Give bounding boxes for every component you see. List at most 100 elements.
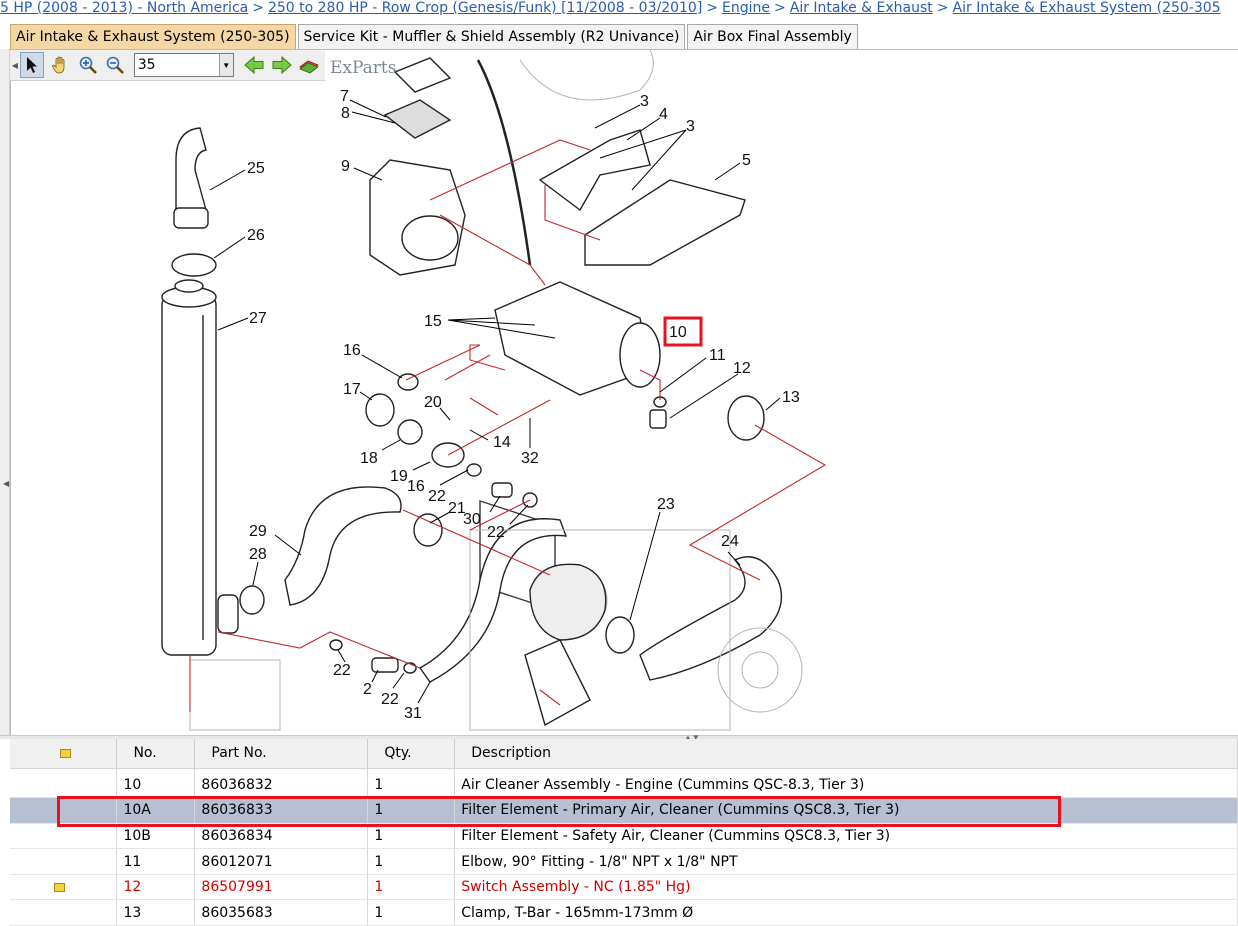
callout-3b[interactable]: 3 [686, 118, 695, 135]
callout-22d[interactable]: 22 [381, 691, 399, 708]
table-row[interactable]: 10B 86036834 1 Filter Element - Safety A… [10, 823, 1238, 850]
part-number: 86036833 [194, 797, 369, 824]
breadcrumb: 5 HP (2008 - 2013) - North America >250 t… [0, 0, 1238, 18]
callout-19[interactable]: 19 [390, 468, 408, 485]
callout-32[interactable]: 32 [521, 450, 539, 467]
callout-12[interactable]: 12 [733, 360, 751, 377]
zoom-out-button[interactable] [103, 52, 128, 78]
exhaust-clamp [171, 253, 217, 277]
callout-23[interactable]: 23 [657, 496, 675, 513]
callout-2[interactable]: 2 [363, 681, 372, 698]
quantity: 1 [367, 874, 456, 901]
note-cell [10, 797, 118, 824]
callout-15[interactable]: 15 [424, 313, 442, 330]
callout-31[interactable]: 31 [404, 705, 422, 722]
breadcrumb-separator: > [774, 0, 786, 16]
notes-column-header[interactable] [10, 739, 118, 769]
tab-bar: Air Intake & Exhaust System (250-305) Se… [10, 24, 860, 49]
callout-24[interactable]: 24 [721, 533, 739, 550]
part-number: 86012071 [194, 848, 369, 875]
callout-10[interactable]: 10 [669, 324, 687, 341]
callout-22c[interactable]: 22 [333, 662, 351, 679]
table-row[interactable]: 10 86036832 1 Air Cleaner Assembly - Eng… [10, 772, 1238, 799]
table-row-flagged[interactable]: 12 86507991 1 Switch Assembly - NC (1.85… [10, 874, 1238, 901]
callout-29[interactable]: 29 [249, 523, 267, 540]
select-pointer-button[interactable] [19, 52, 45, 78]
column-header-qty[interactable]: Qty. [367, 739, 456, 769]
zoom-in-button[interactable] [75, 52, 100, 78]
breadcrumb-system[interactable]: Air Intake & Exhaust System (250-305 [953, 0, 1221, 16]
callout-28[interactable]: 28 [249, 546, 267, 563]
column-header-no[interactable]: No. [116, 739, 196, 769]
callout-11[interactable]: 11 [709, 347, 726, 364]
hand-icon [51, 56, 65, 74]
callout-25[interactable]: 25 [247, 160, 265, 177]
callout-13[interactable]: 13 [782, 389, 800, 406]
exploded-parts-diagram[interactable]: 25 26 27 29 28 7 8 9 3 4 3 5 15 16 17 20… [11, 50, 1238, 735]
note-cell [10, 772, 118, 799]
tab-service-kit-muffler[interactable]: Service Kit - Muffler & Shield Assembly … [297, 24, 686, 49]
callout-22[interactable]: 22 [428, 488, 446, 505]
callout-20[interactable]: 20 [424, 394, 442, 411]
quantity: 1 [367, 797, 456, 824]
zoom-in-icon [79, 56, 97, 74]
callout-5[interactable]: 5 [742, 152, 751, 169]
description: Elbow, 90° Fitting - 1/8" NPT x 1/8" NPT [454, 848, 1238, 875]
column-header-description[interactable]: Description [454, 739, 1238, 769]
breadcrumb-separator: > [252, 0, 264, 16]
collapse-panel-handle[interactable]: ◀ [0, 49, 10, 735]
books-icon [298, 60, 319, 74]
description: Filter Element - Safety Air, Cleaner (Cu… [454, 823, 1238, 850]
description: Filter Element - Primary Air, Cleaner (C… [454, 797, 1238, 824]
mounting-bracket [584, 179, 746, 266]
toolbar-scroll-left-icon[interactable]: ◀ [10, 61, 20, 70]
part-number: 86036832 [194, 772, 369, 799]
item-number: 12 [116, 874, 196, 901]
breadcrumb-series[interactable]: 250 to 280 HP - Row Crop (Genesis/Funk) … [268, 0, 702, 16]
parts-table: No. Part No. Qty. Description 10 8603683… [10, 739, 1238, 926]
tab-air-intake-exhaust-system[interactable]: Air Intake & Exhaust System (250-305) [10, 24, 296, 49]
callout-26[interactable]: 26 [247, 227, 265, 244]
callout-7[interactable]: 7 [340, 88, 349, 105]
part-number: 86035683 [194, 899, 369, 926]
callout-9[interactable]: 9 [341, 158, 350, 175]
description: Air Cleaner Assembly - Engine (Cummins Q… [454, 772, 1238, 799]
part-number: 86507991 [194, 874, 369, 901]
note-cell[interactable] [10, 874, 118, 901]
breadcrumb-air-intake[interactable]: Air Intake & Exhaust [790, 0, 933, 16]
tab-air-box-final-assembly[interactable]: Air Box Final Assembly [687, 24, 858, 49]
callout-4[interactable]: 4 [659, 106, 668, 123]
breadcrumb-model[interactable]: 5 HP (2008 - 2013) - North America [0, 0, 248, 16]
callout-3[interactable]: 3 [640, 93, 649, 110]
table-row[interactable]: 13 86035683 1 Clamp, T-Bar - 165mm-173mm… [10, 899, 1238, 926]
note-icon[interactable] [54, 882, 65, 892]
description: Clamp, T-Bar - 165mm-173mm Ø [454, 899, 1238, 926]
previous-button[interactable] [242, 52, 267, 78]
callout-27[interactable]: 27 [249, 310, 267, 327]
note-cell [10, 823, 118, 850]
intake-elbow [639, 556, 783, 681]
pan-hand-button[interactable] [47, 52, 72, 78]
column-header-part-no[interactable]: Part No. [194, 739, 369, 769]
chevron-down-icon[interactable]: ▼ [218, 54, 233, 76]
exhaust-stack-pipe [175, 127, 207, 211]
part-number: 86036834 [194, 823, 369, 850]
table-row-selected[interactable]: 10A 86036833 1 Filter Element - Primary … [10, 797, 1238, 824]
zoom-level-input[interactable] [134, 54, 219, 76]
callout-14[interactable]: 14 [493, 434, 511, 451]
add-to-cart-button[interactable] [297, 52, 322, 78]
callout-30[interactable]: 30 [463, 511, 481, 528]
table-row[interactable]: 11 86012071 1 Elbow, 90° Fitting - 1/8" … [10, 848, 1238, 875]
note-icon [60, 748, 71, 758]
callout-8[interactable]: 8 [341, 105, 350, 122]
callout-22b[interactable]: 22 [487, 524, 505, 541]
callout-16b[interactable]: 16 [407, 478, 425, 495]
item-number: 13 [116, 899, 196, 926]
next-button[interactable] [269, 52, 294, 78]
breadcrumb-engine[interactable]: Engine [722, 0, 770, 16]
item-number: 10A [116, 797, 196, 824]
callout-16[interactable]: 16 [343, 342, 361, 359]
callout-17[interactable]: 17 [343, 381, 361, 398]
zoom-level-select[interactable]: ▼ [133, 53, 234, 77]
callout-18[interactable]: 18 [360, 450, 378, 467]
